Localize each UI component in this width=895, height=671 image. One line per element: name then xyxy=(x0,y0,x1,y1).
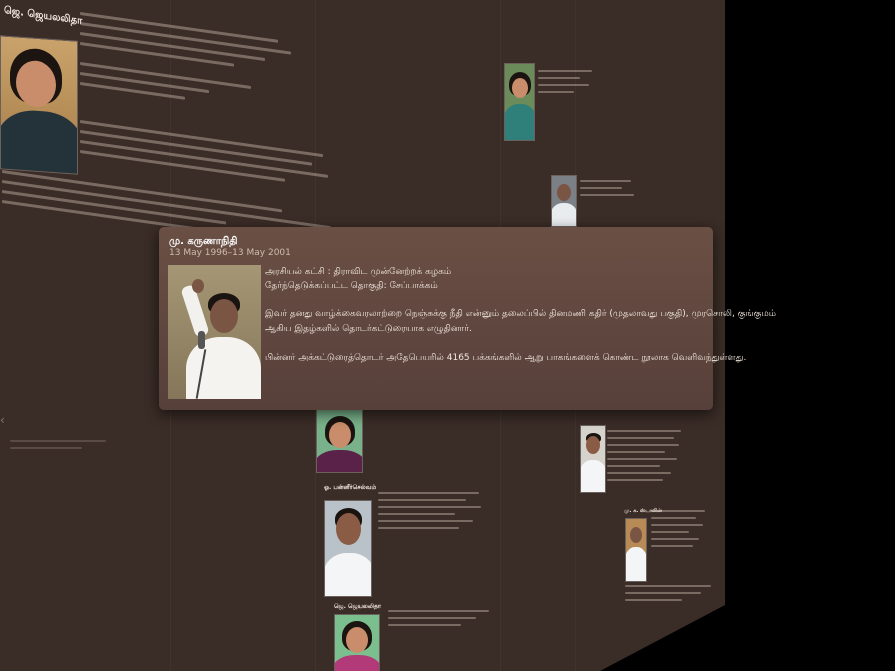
card-date: 13 May 1996–13 May 2001 xyxy=(169,248,291,258)
background xyxy=(725,0,895,671)
card-text xyxy=(378,492,488,534)
portrait-panneerselvam-small[interactable] xyxy=(551,175,577,227)
description-line-1: இவர் தனது வாழ்க்கைவரலாற்றை நெஞ்சுக்கு நீ… xyxy=(265,309,776,319)
portrait-jayalalithaa-small[interactable] xyxy=(504,63,535,141)
card-title: ஜெ. ஜெயலலிதா xyxy=(4,5,83,28)
timeline-detail-card[interactable]: மு. கருணாநிதி 13 May 1996–13 May 2001 அர… xyxy=(159,227,776,410)
card-text xyxy=(580,180,640,201)
portrait-jayalalithaa-bottom[interactable] xyxy=(334,614,380,671)
card-text xyxy=(607,430,687,486)
portrait-karunanidhi[interactable] xyxy=(168,265,261,399)
card-text xyxy=(651,510,711,552)
portrait-jayalalithaa[interactable] xyxy=(0,35,78,175)
description-line-3: பின்னர் அக்கட்டுரைத்தொடர் அதேபெயரில் 416… xyxy=(265,353,747,363)
card-name: மு. கருணாநிதி xyxy=(169,236,238,247)
card-title: ஓ. பன்னீர்செல்வம் xyxy=(324,484,377,491)
portrait-jayalalithaa-lower[interactable] xyxy=(316,409,363,473)
card-title: ஜெ. ஜெயலலிதா xyxy=(334,603,381,610)
chevron-left-icon[interactable]: ‹ xyxy=(0,413,8,431)
card-text xyxy=(10,440,130,454)
portrait-panneerselvam[interactable] xyxy=(324,500,372,597)
party-text: அரசியல் கட்சி : திராவிட முன்னேற்றக் கழகம… xyxy=(265,267,452,277)
card-text xyxy=(625,585,720,606)
portrait-palaniswami[interactable] xyxy=(580,425,606,493)
card-text xyxy=(388,610,498,631)
card-text xyxy=(538,70,598,98)
constituency-text: தேர்ந்தெடுக்கப்பட்ட தொகுதி: சேப்பாக்கம் xyxy=(265,281,438,291)
portrait-stalin[interactable] xyxy=(625,518,647,582)
description-line-2: ஆகிய இதழ்களில் தொடர்கட்டுரையாக எழுதினார்… xyxy=(265,324,472,334)
timeline-3d-view[interactable]: ஜெ. ஜெயலலிதா ஓ. பன்னீர்செல்வம் ஜெ. ஜெயலல… xyxy=(0,0,895,671)
